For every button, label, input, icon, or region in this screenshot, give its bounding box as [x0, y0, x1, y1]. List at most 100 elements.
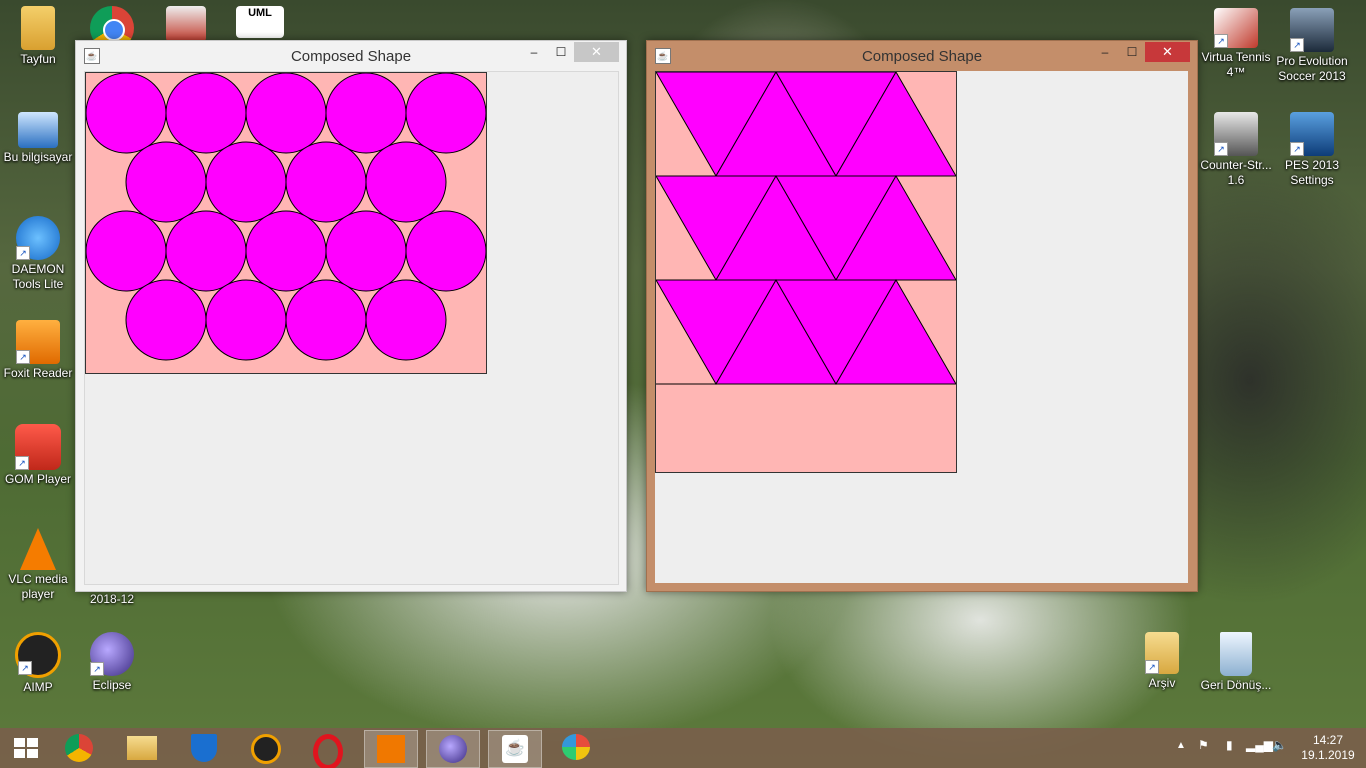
- taskbar: ☕ ▲ ⚑ ▮ ▂▄▆ 🔈 14:27 19.1.2019: [0, 728, 1366, 768]
- desktop-icon-foxit-reader[interactable]: ↗ Foxit Reader: [0, 320, 76, 381]
- desktop-icon-label: Geri Dönüş...: [1200, 678, 1272, 692]
- window-client-area: [84, 71, 619, 585]
- recycle-bin-icon: [1220, 632, 1252, 676]
- desktop-icon-arsiv[interactable]: ↗ Arşiv: [1124, 632, 1200, 691]
- circle-shape: [205, 141, 287, 223]
- desktop-icon-counter-strike[interactable]: ↗ Counter-Str... 1.6: [1198, 112, 1274, 188]
- desktop-icon-label: DAEMON Tools Lite: [11, 262, 65, 291]
- desktop-icon-pes2013-settings[interactable]: ↗ PES 2013 Settings: [1274, 112, 1350, 188]
- start-button[interactable]: [14, 738, 38, 758]
- desktop-icon-printer-tool[interactable]: [148, 6, 224, 44]
- desktop-icon-gom-player[interactable]: ↗ GOM Player: [0, 424, 76, 487]
- circles-drawing: [85, 72, 487, 361]
- circle-shape: [245, 72, 327, 154]
- taskbar-eclipse[interactable]: [426, 730, 480, 768]
- eclipse-icon: [439, 735, 467, 763]
- close-button[interactable]: ✕: [1145, 42, 1190, 62]
- shape-canvas: [85, 72, 487, 374]
- desktop-icon-label: Arşiv: [1148, 676, 1176, 690]
- desktop-icon-label: Counter-Str... 1.6: [1200, 158, 1272, 187]
- desktop-icon-tayfun[interactable]: Tayfun: [0, 6, 76, 67]
- taskbar-file-explorer[interactable]: [116, 730, 168, 766]
- circle-shape: [245, 210, 327, 292]
- circle-shape: [125, 141, 207, 223]
- circle-shape: [85, 72, 167, 154]
- gom-player-icon: ↗: [15, 424, 61, 470]
- taskbar-java[interactable]: ☕: [488, 730, 542, 768]
- desktop-icon-label: 2018-12: [89, 592, 135, 606]
- triangles-drawing: [655, 70, 957, 386]
- desktop: Tayfun UML Bu bilgisayar ↗ DAEMON Tools …: [0, 0, 1366, 728]
- desktop-icon-pes2013[interactable]: ↗ Pro Evolution Soccer 2013: [1274, 8, 1350, 84]
- taskbar-windows-defender[interactable]: [178, 730, 230, 766]
- desktop-icon-bu-bilgisayar[interactable]: Bu bilgisayar: [0, 112, 76, 165]
- taskbar-opera[interactable]: [302, 730, 354, 768]
- circle-shape: [85, 210, 167, 292]
- desktop-icon-eclipse[interactable]: ↗ Eclipse: [74, 632, 150, 693]
- desktop-icon-recycle-bin[interactable]: Geri Dönüş...: [1198, 632, 1274, 693]
- desktop-icon-label: Pro Evolution Soccer 2013: [1276, 54, 1348, 83]
- circle-shape: [365, 141, 447, 223]
- show-hidden-icons-button[interactable]: ▲: [1176, 740, 1186, 751]
- foxit-reader-icon: [377, 735, 405, 763]
- circle-shape: [325, 72, 407, 154]
- network-icon[interactable]: ▂▄▆: [1246, 738, 1273, 752]
- printer-tool-icon: [166, 6, 206, 42]
- desktop-icon-label: Eclipse: [92, 678, 132, 692]
- window-titlebar[interactable]: ☕ Composed Shape ‒ ☐ ✕: [647, 41, 1197, 71]
- maximize-button[interactable]: ☐: [1119, 42, 1145, 62]
- virtua-tennis-icon: ↗: [1214, 8, 1258, 48]
- clock-date: 19.1.2019: [1301, 748, 1355, 762]
- circle-shape: [205, 279, 287, 361]
- desktop-icon-label: GOM Player: [4, 472, 71, 486]
- aimp-icon: ↗: [15, 632, 61, 678]
- pes2013-icon: ↗: [1290, 8, 1334, 52]
- circle-shape: [285, 279, 367, 361]
- taskbar-foxit-reader[interactable]: [364, 730, 418, 768]
- taskbar-chrome[interactable]: [53, 730, 105, 766]
- desktop-icon-uml[interactable]: UML: [222, 6, 298, 40]
- desktop-icon-2018-12[interactable]: 2018-12: [74, 592, 150, 607]
- paint-icon: [562, 734, 590, 760]
- composed-shape-window-triangles[interactable]: ☕ Composed Shape ‒ ☐ ✕: [646, 40, 1198, 592]
- windows-defender-icon: [191, 734, 217, 762]
- action-center-icon[interactable]: ⚑: [1198, 738, 1209, 752]
- desktop-icon-label: Foxit Reader: [3, 366, 73, 380]
- maximize-button[interactable]: ☐: [548, 42, 574, 62]
- user-folder-icon: [21, 6, 55, 50]
- volume-icon[interactable]: 🔈: [1272, 738, 1287, 752]
- circle-shape: [165, 210, 247, 292]
- daemon-tools-icon: ↗: [16, 216, 60, 260]
- circle-shape: [365, 279, 447, 361]
- minimize-button[interactable]: ‒: [1091, 42, 1119, 62]
- minimize-button[interactable]: ‒: [520, 42, 548, 62]
- composed-shape-window-circles[interactable]: ☕ Composed Shape ‒ ☐ ✕: [75, 40, 627, 592]
- taskbar-paint[interactable]: [550, 730, 602, 766]
- chrome-icon: [65, 734, 93, 762]
- circle-shape: [405, 72, 487, 154]
- window-client-area: [655, 70, 1188, 583]
- aimp-icon: [251, 734, 281, 764]
- battery-icon[interactable]: ▮: [1226, 738, 1233, 752]
- close-button[interactable]: ✕: [574, 42, 619, 62]
- circle-shape: [125, 279, 207, 361]
- archive-folder-icon: ↗: [1145, 632, 1179, 674]
- desktop-icon-vlc[interactable]: VLC media player: [0, 528, 76, 602]
- vlc-icon: [20, 528, 56, 570]
- java-icon: ☕: [502, 735, 528, 763]
- window-titlebar[interactable]: ☕ Composed Shape ‒ ☐ ✕: [76, 41, 626, 71]
- foxit-reader-icon: ↗: [16, 320, 60, 364]
- clock-time: 14:27: [1312, 733, 1344, 747]
- desktop-icon-aimp[interactable]: ↗ AIMP: [0, 632, 76, 695]
- file-explorer-icon: [127, 736, 157, 760]
- counter-strike-icon: ↗: [1214, 112, 1258, 156]
- taskbar-aimp[interactable]: [240, 730, 292, 766]
- desktop-icon-label: VLC media player: [8, 572, 68, 601]
- desktop-icon-daemon-tools[interactable]: ↗ DAEMON Tools Lite: [0, 216, 76, 292]
- clock[interactable]: 14:27 19.1.2019: [1298, 733, 1358, 763]
- eclipse-icon: ↗: [90, 632, 134, 676]
- circle-shape: [325, 210, 407, 292]
- desktop-icon-label: AIMP: [23, 680, 53, 694]
- desktop-icon-virtua-tennis[interactable]: ↗ Virtua Tennis 4™: [1198, 8, 1274, 80]
- uml-icon: UML: [236, 6, 284, 38]
